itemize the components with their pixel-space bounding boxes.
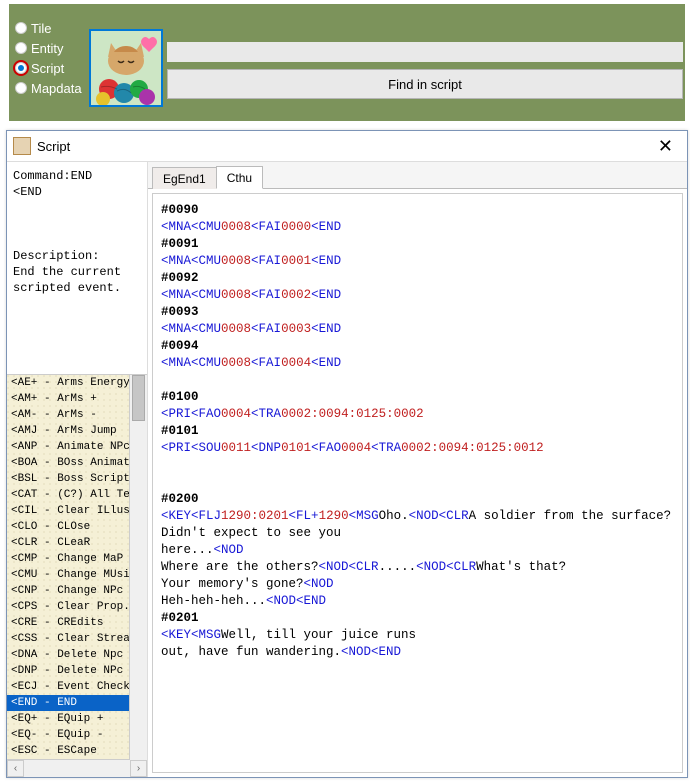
vscroll-thumb[interactable] xyxy=(132,375,145,421)
script-tabs: EgEnd1Cthu xyxy=(148,162,687,189)
window-titlebar: Script ✕ xyxy=(7,131,687,161)
command-list-item[interactable]: <CMU - Change MUsic xyxy=(7,567,147,583)
mode-radio-mapdata[interactable]: Mapdata xyxy=(15,78,82,98)
command-list-hscrollbar[interactable]: ‹ › xyxy=(7,759,147,777)
command-list-item[interactable]: <AE+ - Arms Energy + xyxy=(7,375,147,391)
window-body: Command:END <END Description: End the cu… xyxy=(7,161,687,777)
command-list-vscrollbar[interactable] xyxy=(129,375,147,760)
command-list-item[interactable]: <AM+ - ArMs + xyxy=(7,391,147,407)
hscroll-right-arrow-icon[interactable]: › xyxy=(130,760,147,777)
tab-egend1[interactable]: EgEnd1 xyxy=(152,167,217,189)
command-list-item[interactable]: <EQ+ - EQuip + xyxy=(7,711,147,727)
command-list-item[interactable]: <DNP - Delete NPc xyxy=(7,663,147,679)
hscroll-left-arrow-icon[interactable]: ‹ xyxy=(7,760,24,777)
command-list-item[interactable]: <AM- - ArMs - xyxy=(7,407,147,423)
window-icon xyxy=(13,137,31,155)
command-list[interactable]: <AE+ - Arms Energy +<AM+ - ArMs +<AM- - … xyxy=(7,375,147,759)
find-in-script-label: Find in script xyxy=(388,77,462,92)
command-list-item[interactable]: <CPS - Clear Prop. Sound xyxy=(7,599,147,615)
script-editor[interactable]: #0090 <MNA<CMU0008<FAI0000<END #0091 <MN… xyxy=(152,193,683,773)
tab-cthu[interactable]: Cthu xyxy=(216,166,263,189)
radio-label: Entity xyxy=(31,41,64,56)
radio-label: Mapdata xyxy=(31,81,82,96)
command-list-item[interactable]: <CSS - Clear Stream Sound xyxy=(7,631,147,647)
command-list-item[interactable]: <AMJ - ArMs Jump xyxy=(7,423,147,439)
mode-radio-script[interactable]: Script xyxy=(15,58,82,78)
command-list-item[interactable]: <BOA - BOss Animation xyxy=(7,455,147,471)
command-list-item[interactable]: <CIL - Clear ILlustration xyxy=(7,503,147,519)
command-list-item[interactable]: <DNA - Delete Npc (All) xyxy=(7,647,147,663)
mode-radio-group: Tile Entity Script Mapdata xyxy=(15,18,82,98)
mode-radio-tile[interactable]: Tile xyxy=(15,18,82,38)
editor-top-bar: Tile Entity Script Mapdata Find in script xyxy=(9,4,685,121)
close-icon[interactable]: ✕ xyxy=(654,135,677,157)
command-list-item[interactable]: <ECJ - Event Check Jump xyxy=(7,679,147,695)
npc-thumbnail[interactable] xyxy=(89,29,163,107)
command-list-item[interactable]: <CLR - CLeaR xyxy=(7,535,147,551)
radio-icon xyxy=(15,82,27,94)
radio-label: Tile xyxy=(31,21,51,36)
command-list-item[interactable]: <CRE - CREdits xyxy=(7,615,147,631)
command-list-item[interactable]: <ANP - Animate NPc xyxy=(7,439,147,455)
command-info-panel: Command:END <END Description: End the cu… xyxy=(7,162,147,375)
mode-radio-entity[interactable]: Entity xyxy=(15,38,82,58)
command-list-item[interactable]: <CLO - CLOse xyxy=(7,519,147,535)
right-column: EgEnd1Cthu #0090 <MNA<CMU0008<FAI0000<EN… xyxy=(148,162,687,777)
radio-icon xyxy=(15,42,27,54)
toolbar-strip xyxy=(167,42,683,62)
radio-icon xyxy=(15,22,27,34)
command-list-item[interactable]: <CMP - Change MaP xyxy=(7,551,147,567)
find-in-script-button[interactable]: Find in script xyxy=(167,69,683,99)
command-list-item[interactable]: <CNP - Change NPc xyxy=(7,583,147,599)
command-list-item[interactable]: <EQ- - EQuip - xyxy=(7,727,147,743)
command-list-panel: <AE+ - Arms Energy +<AM+ - ArMs +<AM- - … xyxy=(7,375,147,777)
script-window: Script ✕ Command:END <END Description: E… xyxy=(6,130,688,778)
command-list-item[interactable]: <CAT - (C?) All Text xyxy=(7,487,147,503)
radio-icon xyxy=(15,62,27,74)
command-list-item[interactable]: <ESC - ESCape xyxy=(7,743,147,759)
window-title-text: Script xyxy=(37,139,70,154)
command-list-item[interactable]: <END - END xyxy=(7,695,147,711)
radio-label: Script xyxy=(31,61,64,76)
command-list-item[interactable]: <BSL - Boss Script Load xyxy=(7,471,147,487)
left-column: Command:END <END Description: End the cu… xyxy=(7,162,148,777)
